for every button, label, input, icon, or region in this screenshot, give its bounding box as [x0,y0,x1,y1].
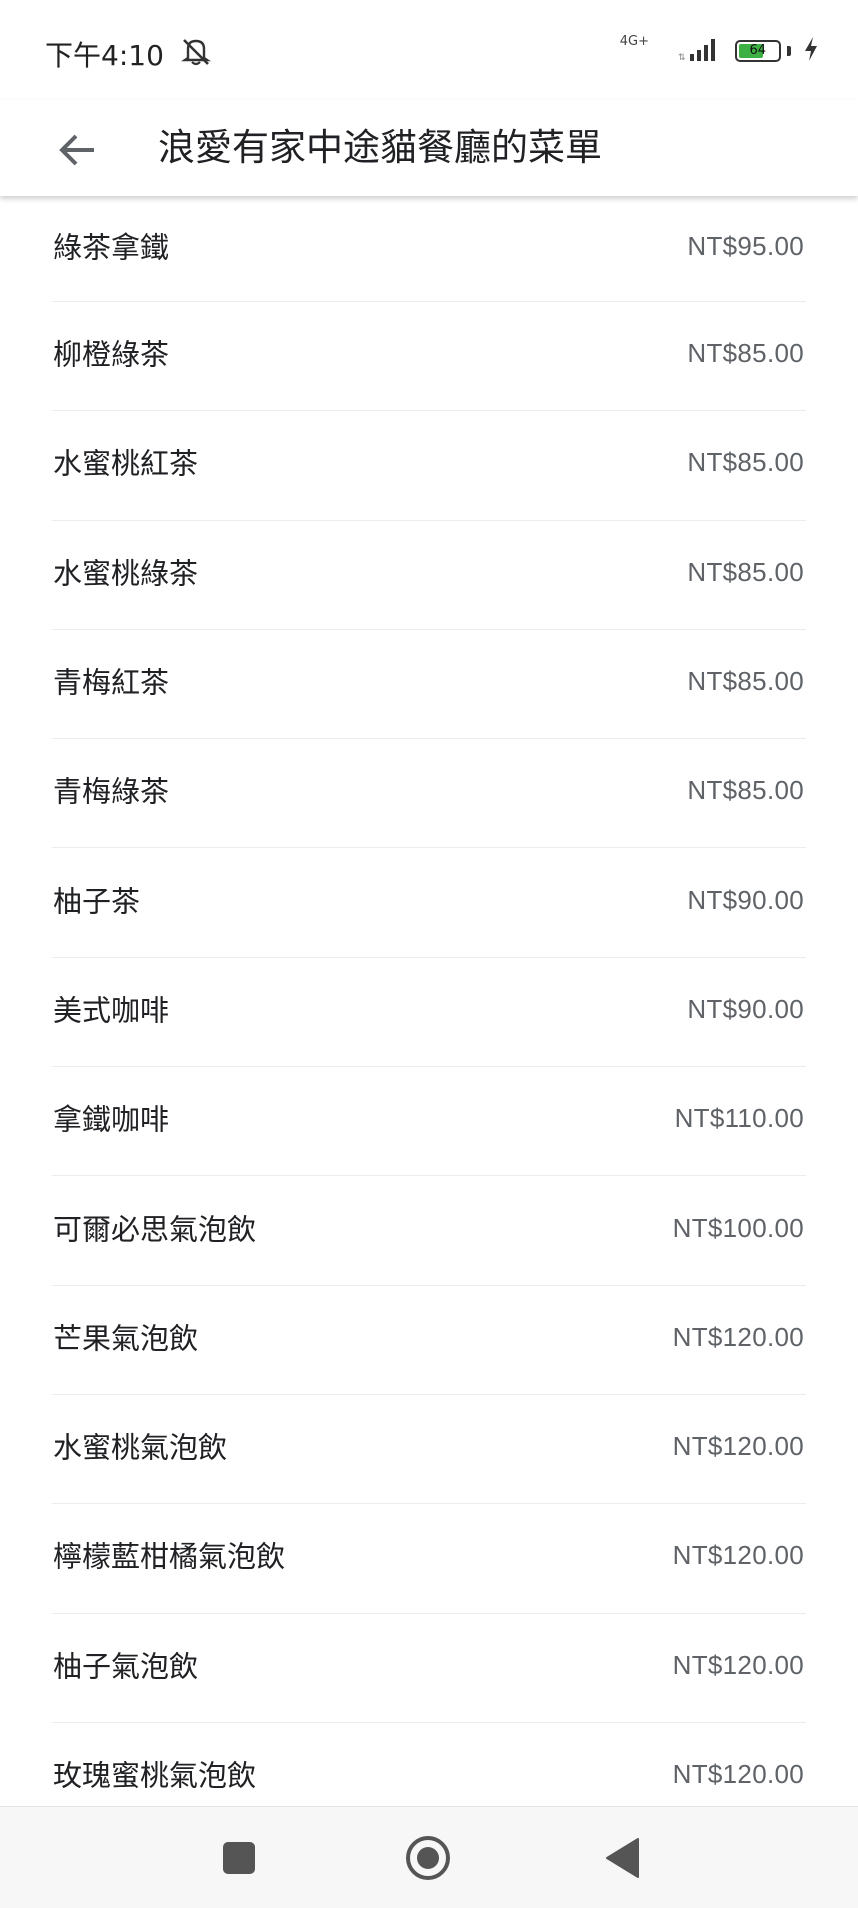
menu-item-row[interactable]: 水蜜桃綠茶 NT$85.00 [52,521,806,630]
nav-back-button[interactable] [600,1835,646,1881]
menu-item-name: 芒果氣泡飲 [53,1321,199,1356]
battery-cap [786,46,791,56]
menu-item-price: NT$85.00 [687,447,804,478]
menu-item-name: 青梅綠茶 [53,774,170,809]
menu-item-price: NT$120.00 [672,1649,804,1680]
menu-item-row[interactable]: 青梅紅茶 NT$85.00 [52,630,806,740]
menu-item-name: 柚子茶 [53,884,141,919]
menu-item-price: NT$85.00 [687,556,804,587]
back-button[interactable] [48,120,108,180]
home-circle-icon [406,1836,450,1880]
menu-item-price: NT$90.00 [687,884,804,915]
back-triangle-icon [606,1838,639,1878]
menu-item-price: NT$120.00 [672,1759,804,1790]
menu-item-row[interactable]: 玫瑰蜜桃氣泡飲 NT$120.00 [52,1723,806,1806]
menu-item-name: 玫瑰蜜桃氣泡飲 [53,1758,257,1793]
clock-text: 下午4:10 [45,39,164,72]
menu-item-row[interactable]: 美式咖啡 NT$90.00 [52,958,806,1068]
menu-item-name: 美式咖啡 [53,993,170,1028]
menu-item-row[interactable]: 檸檬藍柑橘氣泡飲 NT$120.00 [52,1504,806,1614]
page-title: 浪愛有家中途貓餐廳的菜單 [158,126,602,169]
menu-item-price: NT$85.00 [687,775,804,806]
recents-square-icon [223,1842,255,1874]
menu-item-name: 水蜜桃綠茶 [53,556,199,591]
menu-item-name: 水蜜桃紅茶 [53,447,199,482]
menu-item-price: NT$120.00 [672,1321,804,1352]
status-icons: 4G+ ⇅ 64 [620,34,818,70]
menu-item-price: NT$95.00 [687,230,804,261]
menu-item-price: NT$120.00 [672,1540,804,1571]
menu-item-price: NT$90.00 [687,993,804,1024]
menu-item-row[interactable]: 芒果氣泡飲 NT$120.00 [52,1286,806,1395]
menu-item-name: 拿鐵咖啡 [53,1102,170,1137]
menu-item-price: NT$110.00 [674,1103,804,1134]
menu-item-row[interactable]: 水蜜桃紅茶 NT$85.00 [52,411,806,521]
home-button[interactable] [405,1835,451,1881]
menu-item-price: NT$85.00 [687,666,804,697]
app-bar: 浪愛有家中途貓餐廳的菜單 [0,100,858,196]
recents-button[interactable] [216,1835,262,1881]
menu-item-name: 綠茶拿鐵 [53,230,170,265]
menu-item-name: 檸檬藍柑橘氣泡飲 [53,1540,286,1575]
battery-level-text: 64 [749,43,767,58]
menu-item-row[interactable]: 柳橙綠茶 NT$85.00 [52,302,806,412]
menu-item-price: NT$100.00 [672,1212,804,1243]
battery-icon: 64 [734,40,781,62]
menu-item-row[interactable]: 青梅綠茶 NT$85.00 [52,739,806,849]
charging-icon [804,37,818,65]
signal-icon: ⇅ [678,36,720,66]
menu-item-price: NT$85.00 [687,338,804,369]
system-nav-bar [0,1806,858,1908]
menu-item-name: 青梅紅茶 [53,665,170,700]
menu-item-row[interactable]: 綠茶拿鐵 NT$95.00 [52,196,806,302]
network-label: 4G+ [619,34,649,49]
mute-notifications-icon [179,36,213,73]
menu-item-price: NT$120.00 [672,1431,804,1462]
arrow-left-icon [59,134,94,166]
status-time: 下午4:10 [45,34,213,74]
svg-text:⇅: ⇅ [678,53,686,62]
menu-item-row[interactable]: 柚子氣泡飲 NT$120.00 [52,1614,806,1723]
menu-list[interactable]: 綠茶拿鐵 NT$95.00 柳橙綠茶 NT$85.00 水蜜桃紅茶 NT$85.00 水蜜桃… [0,196,858,1806]
menu-item-name: 可爾必思氣泡飲 [53,1212,257,1247]
menu-item-row[interactable]: 可爾必思氣泡飲 NT$100.00 [52,1176,806,1286]
menu-item-name: 水蜜桃氣泡飲 [53,1430,228,1465]
menu-item-name: 柚子氣泡飲 [53,1649,199,1684]
menu-item-row[interactable]: 拿鐵咖啡 NT$110.00 [52,1067,806,1177]
menu-item-name: 柳橙綠茶 [53,337,170,372]
status-bar: 下午4:10 4G+ ⇅ 64 [0,0,858,100]
menu-item-row[interactable]: 柚子茶 NT$90.00 [52,848,806,958]
menu-item-row[interactable]: 水蜜桃氣泡飲 NT$120.00 [52,1395,806,1505]
